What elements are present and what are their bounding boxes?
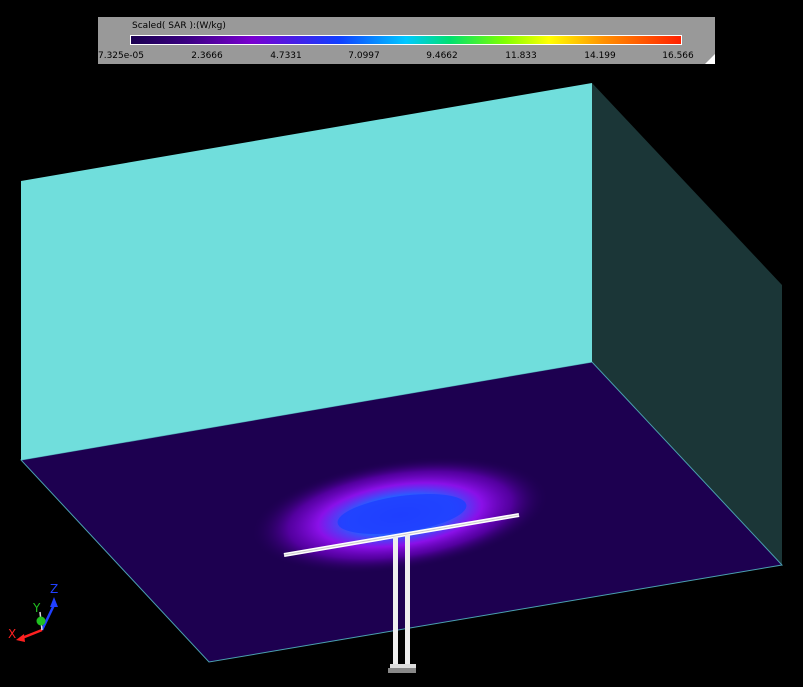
legend-title: Scaled( SAR ):(W/kg) [132,21,226,31]
legend-tick: 4.7331 [270,51,302,61]
colorbar [130,35,682,45]
legend-tick: 7.325e-05 [97,51,145,61]
sar-color-legend: Scaled( SAR ):(W/kg) 7.325e-05 2.3666 4.… [98,17,715,64]
axis-z-label: Z [50,582,58,596]
legend-tick: 14.199 [584,51,616,61]
axis-y-label: Y [32,601,41,615]
legend-tick: 9.4662 [426,51,458,61]
legend-tick: 11.833 [505,51,537,61]
legend-tick: 16.566 [662,51,694,61]
legend-tick: 2.3666 [191,51,223,61]
legend-tick: 7.0997 [348,51,380,61]
axes-indicator: Z Y X [8,582,58,642]
axis-x-label: X [8,627,16,641]
legend-resize-handle[interactable] [705,54,715,64]
3d-viewport[interactable]: Z Y X [0,0,803,687]
